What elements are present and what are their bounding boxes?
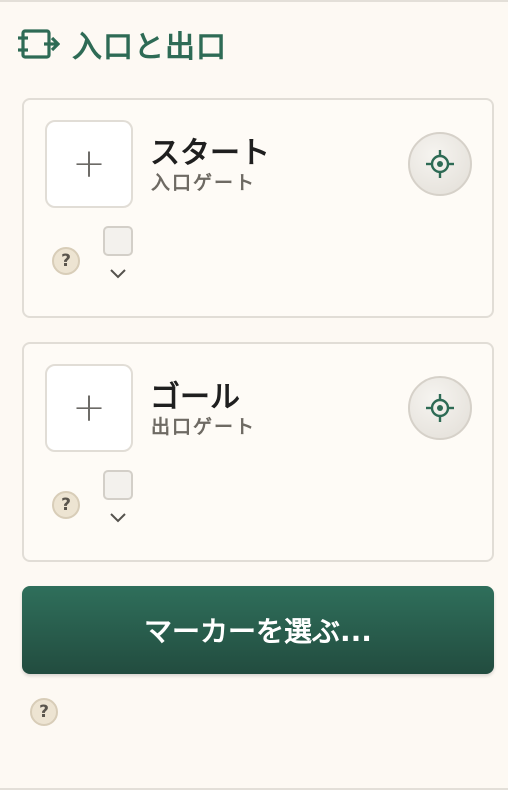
select-marker-button[interactable]: マーカーを選ぶ... (22, 586, 494, 674)
goal-gate-card: + ゴール 出口ゲート ? (22, 342, 494, 562)
locate-goal-button[interactable] (408, 376, 472, 440)
section-title: 入口と出口 (72, 30, 227, 65)
start-gate-title: スタート (150, 136, 270, 171)
start-gate-subtitle: 入口ゲート (151, 172, 257, 194)
start-gate-card: + スタート 入口ゲート ? (22, 98, 494, 318)
add-start-marker-button[interactable]: + (45, 120, 133, 208)
start-help-button[interactable]: ? (52, 247, 80, 275)
goal-gate-title: ゴール (150, 380, 240, 415)
chevron-down-icon[interactable] (108, 266, 128, 280)
add-goal-marker-button[interactable]: + (45, 364, 133, 452)
entry-exit-panel: 入口と出口 + スタート 入口ゲート ? + ゴール 出口ゲート ? マーカーを… (0, 0, 508, 790)
bottom-help-button[interactable]: ? (30, 698, 58, 726)
entry-exit-icon (18, 26, 60, 62)
crosshair-icon (426, 394, 454, 422)
goal-gate-subtitle: 出口ゲート (151, 416, 257, 438)
section-header: 入口と出口 (18, 24, 227, 65)
chevron-down-icon[interactable] (108, 510, 128, 524)
goal-checkbox[interactable] (103, 470, 133, 500)
locate-start-button[interactable] (408, 132, 472, 196)
start-checkbox[interactable] (103, 226, 133, 256)
crosshair-icon (426, 150, 454, 178)
goal-help-button[interactable]: ? (52, 491, 80, 519)
